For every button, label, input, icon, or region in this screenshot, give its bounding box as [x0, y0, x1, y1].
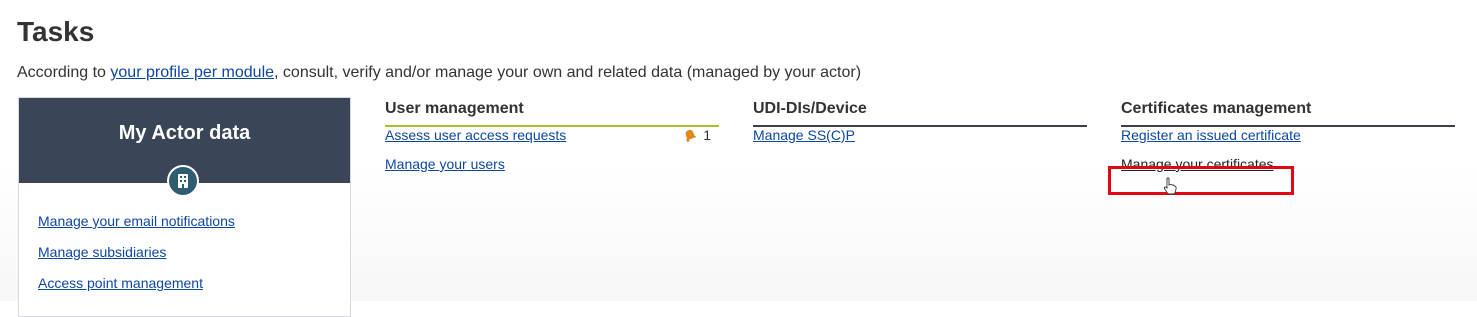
pending-requests-badge: 1 — [683, 127, 711, 143]
manage-email-notifications-link[interactable]: Manage your email notifications — [38, 213, 235, 230]
highlight-box — [1108, 166, 1294, 195]
pending-requests-count: 1 — [703, 127, 711, 143]
user-management-title: User management — [385, 97, 719, 127]
profile-per-module-link[interactable]: your profile per module — [110, 64, 274, 81]
assess-user-access-requests-link[interactable]: Assess user access requests — [385, 127, 719, 144]
hand-cursor-icon — [1163, 177, 1177, 195]
udi-device-title: UDI-DIs/Device — [753, 97, 1087, 127]
actor-links-list: Manage your email notifications Manage s… — [38, 213, 235, 306]
intro-prefix: According to — [17, 64, 111, 81]
page-title: Tasks — [17, 16, 95, 47]
manage-your-users-link[interactable]: Manage your users — [385, 156, 719, 173]
user-management-section: User management Assess user access reque… — [385, 97, 719, 185]
list-item: Assess user access requests 1 — [385, 127, 719, 156]
access-point-management-link[interactable]: Access point management — [38, 275, 235, 292]
udi-device-section: UDI-DIs/Device Manage SS(C)P — [753, 97, 1087, 156]
list-item: Manage SS(C)P — [753, 127, 1087, 156]
register-issued-certificate-link[interactable]: Register an issued certificate — [1121, 127, 1455, 144]
bell-icon — [685, 129, 697, 142]
intro-text: According to your profile per module, co… — [17, 64, 861, 82]
manage-subsidiaries-link[interactable]: Manage subsidiaries — [38, 244, 235, 261]
list-item: Register an issued certificate — [1121, 127, 1455, 156]
actor-data-card: My Actor data Manage your email notifica… — [18, 97, 351, 317]
intro-suffix: , consult, verify and/or manage your own… — [274, 64, 862, 81]
manage-sscp-link[interactable]: Manage SS(C)P — [753, 127, 1087, 144]
building-icon — [167, 165, 199, 197]
certificates-management-title: Certificates management — [1121, 97, 1455, 127]
list-item: Manage your users — [385, 156, 719, 185]
